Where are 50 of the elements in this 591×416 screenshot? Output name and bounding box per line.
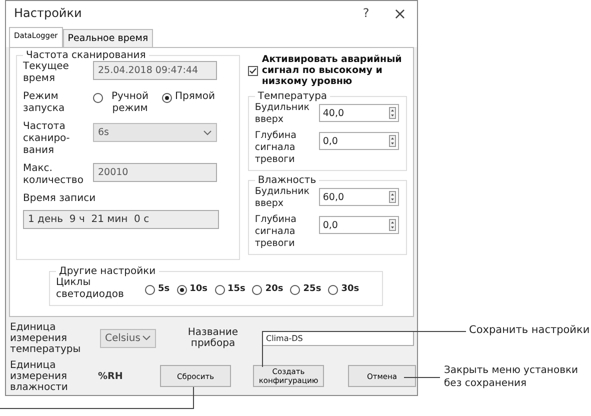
spinner-icon xyxy=(388,219,396,231)
spinner-icon xyxy=(388,191,396,203)
field-label: Единица измерения температуры xyxy=(10,322,82,354)
field-label: Глубина сигнала тревоги xyxy=(254,130,298,166)
radio-option[interactable]: Прямой xyxy=(162,91,216,115)
field-label: Текущее время xyxy=(23,61,70,85)
radio-option[interactable]: 30s xyxy=(328,283,360,295)
field-label: Режим запуска xyxy=(23,91,66,115)
spinner-icon xyxy=(388,107,396,119)
window-title: Настройки xyxy=(14,6,83,20)
group-title: Частота сканирования xyxy=(25,50,147,61)
spinner-icon xyxy=(388,135,396,147)
field-label: Будильник вверх xyxy=(254,186,311,210)
field-label: Циклы светодиодов xyxy=(56,277,125,301)
field-label: Время записи xyxy=(23,193,97,204)
field-label: Макс. количество xyxy=(23,163,84,187)
alarm-checkbox[interactable]: Активировать аварийный сигнал по высокому и низкому уровню xyxy=(248,50,407,87)
radio-option[interactable]: 15s xyxy=(214,283,246,295)
group-title: Влажность xyxy=(256,175,318,186)
spin-field[interactable]: 40,0 xyxy=(318,104,399,122)
group-title: Температура xyxy=(256,91,328,102)
current-time-field[interactable]: 25.04.2018 09:47:44 xyxy=(93,61,217,80)
field-label: Будильник вверх xyxy=(254,102,311,126)
humidity-unit: %RH xyxy=(97,370,124,382)
leader-line xyxy=(404,377,440,378)
spin-field[interactable]: 0,0 xyxy=(318,132,399,150)
help-button[interactable]: ? xyxy=(349,2,383,24)
field-label: Частота сканиро-вания xyxy=(23,121,71,157)
spin-field[interactable]: 0,0 xyxy=(318,216,399,234)
device-name-field[interactable]: Clima-DS xyxy=(262,331,414,346)
tab[interactable]: Реальное время xyxy=(62,29,154,47)
chevron-icon xyxy=(142,335,151,341)
radio-option[interactable]: 20s xyxy=(252,283,284,295)
record-time-field[interactable]: 1 день 9 ч 21 мин 0 с xyxy=(23,210,219,229)
spin-field[interactable]: 60,0 xyxy=(318,188,399,206)
radio-option[interactable]: 10s xyxy=(176,283,208,295)
field-label: Глубина сигнала тревоги xyxy=(254,214,298,250)
close-button[interactable]: × xyxy=(383,2,417,24)
field-label: Единица измерения влажности xyxy=(10,360,69,392)
chevron-icon xyxy=(203,130,212,136)
radio-option[interactable]: Ручной режим xyxy=(93,91,154,115)
scan-rate-dropdown[interactable]: 6s xyxy=(93,123,217,142)
callout-text: Сохранить настройки xyxy=(469,324,590,337)
max-count-field[interactable]: 20010 xyxy=(93,163,217,182)
group-title: Другие настройки xyxy=(58,266,157,277)
radio-option[interactable]: 5s xyxy=(145,283,170,295)
temperature-unit-dropdown[interactable]: Celsius xyxy=(100,328,156,348)
radio-option[interactable]: 25s xyxy=(290,283,322,295)
callout-text: Закрыть меню установки без сохранения xyxy=(444,364,580,390)
field-label: Название прибора xyxy=(186,327,240,349)
